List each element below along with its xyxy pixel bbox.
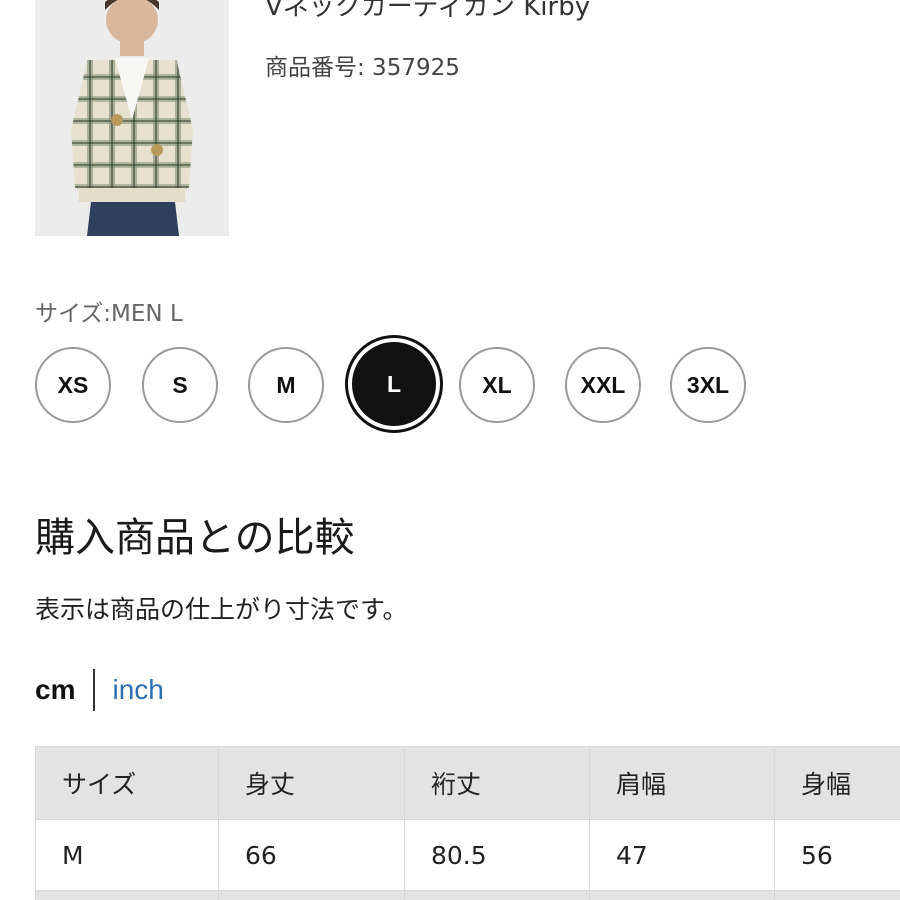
- table-cell: [35, 890, 219, 900]
- table-cell: M: [35, 819, 219, 891]
- table-cell: [218, 890, 405, 900]
- size-comparison-table: サイズ 身丈 裄丈 肩幅 身幅 M 66 80.5 47 56: [35, 746, 900, 900]
- table-header: 裄丈: [404, 746, 590, 820]
- unit-divider: [93, 669, 96, 711]
- table-row: [35, 890, 900, 900]
- model-photo-illustration: [35, 0, 229, 236]
- size-option-s[interactable]: S: [142, 347, 218, 423]
- size-option-l[interactable]: L: [352, 342, 436, 426]
- unit-toggle: cm inch: [35, 668, 164, 712]
- table-header: 肩幅: [589, 746, 775, 820]
- table-row: M 66 80.5 47 56: [35, 819, 900, 891]
- table-cell: 80.5: [404, 819, 590, 891]
- size-option-3xl[interactable]: 3XL: [670, 347, 746, 423]
- table-cell: 66: [218, 819, 405, 891]
- table-cell: [589, 890, 775, 900]
- product-image[interactable]: [35, 0, 229, 236]
- table-cell: [404, 890, 590, 900]
- table-header: サイズ: [35, 746, 219, 820]
- table-cell: [774, 890, 900, 900]
- unit-inch-link[interactable]: inch: [112, 674, 163, 706]
- table-cell: 56: [774, 819, 900, 891]
- table-header: 身幅: [774, 746, 900, 820]
- page: Vネックカーディガン Kirby 商品番号: 357925 サイズ:MEN L …: [0, 0, 900, 900]
- comparison-title: 購入商品との比較: [35, 515, 355, 561]
- size-option-m[interactable]: M: [248, 347, 324, 423]
- size-option-xs[interactable]: XS: [35, 347, 111, 423]
- size-selection-label: サイズ:MEN L: [35, 301, 183, 327]
- unit-cm-button[interactable]: cm: [35, 674, 75, 706]
- product-number: 商品番号: 357925: [265, 55, 460, 81]
- size-option-xl[interactable]: XL: [459, 347, 535, 423]
- comparison-description: 表示は商品の仕上がり寸法です。: [35, 595, 408, 624]
- product-title: Vネックカーディガン Kirby: [265, 0, 591, 22]
- size-option-xxl[interactable]: XXL: [565, 347, 641, 423]
- table-header: 身丈: [218, 746, 405, 820]
- table-cell: 47: [589, 819, 775, 891]
- table-header-row: サイズ 身丈 裄丈 肩幅 身幅: [35, 746, 900, 820]
